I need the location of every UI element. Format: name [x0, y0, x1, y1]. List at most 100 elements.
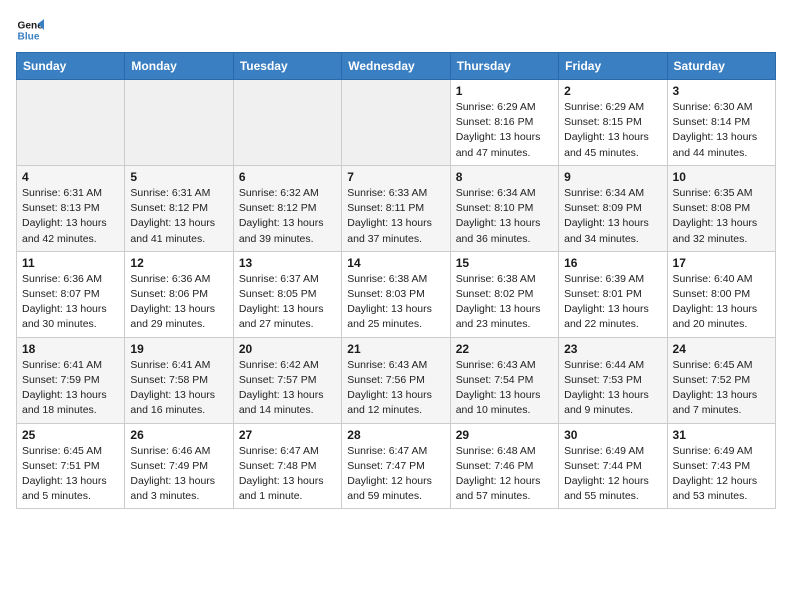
weekday-header-saturday: Saturday	[667, 53, 775, 80]
day-number: 14	[347, 256, 444, 270]
day-detail: Sunrise: 6:36 AMSunset: 8:07 PMDaylight:…	[22, 272, 119, 333]
day-detail: Sunrise: 6:38 AMSunset: 8:02 PMDaylight:…	[456, 272, 553, 333]
day-number: 2	[564, 84, 661, 98]
day-detail: Sunrise: 6:49 AMSunset: 7:43 PMDaylight:…	[673, 444, 770, 505]
day-number: 15	[456, 256, 553, 270]
calendar-cell: 22 Sunrise: 6:43 AMSunset: 7:54 PMDayligh…	[450, 337, 558, 423]
day-number: 16	[564, 256, 661, 270]
day-detail: Sunrise: 6:29 AMSunset: 8:15 PMDaylight:…	[564, 100, 661, 161]
week-row-1: 1 Sunrise: 6:29 AMSunset: 8:16 PMDaylight…	[17, 80, 776, 166]
weekday-header-row: SundayMondayTuesdayWednesdayThursdayFrid…	[17, 53, 776, 80]
day-number: 21	[347, 342, 444, 356]
page-header: General Blue	[16, 16, 776, 44]
calendar-cell: 18Sunrise: 6:41 AMSunset: 7:59 PMDayligh…	[17, 337, 125, 423]
calendar-cell: 4 Sunrise: 6:31 AMSunset: 8:13 PMDaylight…	[17, 165, 125, 251]
day-detail: Sunrise: 6:48 AMSunset: 7:46 PMDaylight:…	[456, 444, 553, 505]
day-number: 3	[673, 84, 770, 98]
day-number: 10	[673, 170, 770, 184]
week-row-5: 25Sunrise: 6:45 AMSunset: 7:51 PMDayligh…	[17, 423, 776, 509]
calendar-cell: 16 Sunrise: 6:39 AMSunset: 8:01 PMDayligh…	[559, 251, 667, 337]
day-number: 17	[673, 256, 770, 270]
day-number: 8	[456, 170, 553, 184]
day-number: 20	[239, 342, 336, 356]
week-row-4: 18Sunrise: 6:41 AMSunset: 7:59 PMDayligh…	[17, 337, 776, 423]
calendar-cell: 14 Sunrise: 6:38 AMSunset: 8:03 PMDayligh…	[342, 251, 450, 337]
day-number: 28	[347, 428, 444, 442]
day-number: 1	[456, 84, 553, 98]
day-number: 12	[130, 256, 227, 270]
calendar-cell: 20Sunrise: 6:42 AMSunset: 7:57 PMDayligh…	[233, 337, 341, 423]
day-number: 19	[130, 342, 227, 356]
day-detail: Sunrise: 6:35 AMSunset: 8:08 PMDaylight:…	[673, 186, 770, 247]
day-number: 29	[456, 428, 553, 442]
day-detail: Sunrise: 6:46 AMSunset: 7:49 PMDaylight:…	[130, 444, 227, 505]
day-number: 6	[239, 170, 336, 184]
weekday-header-tuesday: Tuesday	[233, 53, 341, 80]
day-detail: Sunrise: 6:33 AMSunset: 8:11 PMDaylight:…	[347, 186, 444, 247]
calendar-cell: 19 Sunrise: 6:41 AMSunset: 7:58 PMDayligh…	[125, 337, 233, 423]
weekday-header-sunday: Sunday	[17, 53, 125, 80]
calendar-cell: 8Sunrise: 6:34 AMSunset: 8:10 PMDaylight…	[450, 165, 558, 251]
day-detail: Sunrise: 6:37 AMSunset: 8:05 PMDaylight:…	[239, 272, 336, 333]
day-detail: Sunrise: 6:45 AMSunset: 7:52 PMDaylight:…	[673, 358, 770, 419]
day-number: 25	[22, 428, 119, 442]
day-number: 22	[456, 342, 553, 356]
calendar-table: SundayMondayTuesdayWednesdayThursdayFrid…	[16, 52, 776, 509]
calendar-cell: 9 Sunrise: 6:34 AMSunset: 8:09 PMDaylight…	[559, 165, 667, 251]
day-number: 27	[239, 428, 336, 442]
day-number: 7	[347, 170, 444, 184]
day-detail: Sunrise: 6:31 AMSunset: 8:12 PMDaylight:…	[130, 186, 227, 247]
calendar-cell: 26Sunrise: 6:46 AMSunset: 7:49 PMDayligh…	[125, 423, 233, 509]
week-row-2: 4 Sunrise: 6:31 AMSunset: 8:13 PMDaylight…	[17, 165, 776, 251]
day-detail: Sunrise: 6:41 AMSunset: 7:59 PMDaylight:…	[22, 358, 119, 419]
calendar-cell: 24 Sunrise: 6:45 AMSunset: 7:52 PMDayligh…	[667, 337, 775, 423]
day-detail: Sunrise: 6:38 AMSunset: 8:03 PMDaylight:…	[347, 272, 444, 333]
day-detail: Sunrise: 6:43 AMSunset: 7:54 PMDaylight:…	[456, 358, 553, 419]
day-detail: Sunrise: 6:40 AMSunset: 8:00 PMDaylight:…	[673, 272, 770, 333]
day-number: 30	[564, 428, 661, 442]
day-detail: Sunrise: 6:32 AMSunset: 8:12 PMDaylight:…	[239, 186, 336, 247]
day-number: 13	[239, 256, 336, 270]
day-detail: Sunrise: 6:44 AMSunset: 7:53 PMDaylight:…	[564, 358, 661, 419]
calendar-cell: 3 Sunrise: 6:30 AMSunset: 8:14 PMDaylight…	[667, 80, 775, 166]
calendar-cell	[17, 80, 125, 166]
calendar-cell	[342, 80, 450, 166]
day-detail: Sunrise: 6:41 AMSunset: 7:58 PMDaylight:…	[130, 358, 227, 419]
day-number: 11	[22, 256, 119, 270]
calendar-cell: 25Sunrise: 6:45 AMSunset: 7:51 PMDayligh…	[17, 423, 125, 509]
calendar-cell: 10 Sunrise: 6:35 AMSunset: 8:08 PMDayligh…	[667, 165, 775, 251]
day-detail: Sunrise: 6:29 AMSunset: 8:16 PMDaylight:…	[456, 100, 553, 161]
weekday-header-monday: Monday	[125, 53, 233, 80]
week-row-3: 11 Sunrise: 6:36 AMSunset: 8:07 PMDayligh…	[17, 251, 776, 337]
day-number: 4	[22, 170, 119, 184]
calendar-cell: 17 Sunrise: 6:40 AMSunset: 8:00 PMDayligh…	[667, 251, 775, 337]
calendar-cell: 23 Sunrise: 6:44 AMSunset: 7:53 PMDayligh…	[559, 337, 667, 423]
day-number: 31	[673, 428, 770, 442]
calendar-cell	[125, 80, 233, 166]
calendar-cell	[233, 80, 341, 166]
day-detail: Sunrise: 6:47 AMSunset: 7:48 PMDaylight:…	[239, 444, 336, 505]
weekday-header-wednesday: Wednesday	[342, 53, 450, 80]
day-number: 23	[564, 342, 661, 356]
day-detail: Sunrise: 6:36 AMSunset: 8:06 PMDaylight:…	[130, 272, 227, 333]
calendar-cell: 5Sunrise: 6:31 AMSunset: 8:12 PMDaylight…	[125, 165, 233, 251]
calendar-cell: 12 Sunrise: 6:36 AMSunset: 8:06 PMDayligh…	[125, 251, 233, 337]
calendar-cell: 11 Sunrise: 6:36 AMSunset: 8:07 PMDayligh…	[17, 251, 125, 337]
calendar-cell: 27 Sunrise: 6:47 AMSunset: 7:48 PMDayligh…	[233, 423, 341, 509]
day-detail: Sunrise: 6:30 AMSunset: 8:14 PMDaylight:…	[673, 100, 770, 161]
day-detail: Sunrise: 6:31 AMSunset: 8:13 PMDaylight:…	[22, 186, 119, 247]
svg-text:Blue: Blue	[18, 31, 40, 42]
logo-icon: General Blue	[16, 16, 44, 44]
calendar-cell: 28Sunrise: 6:47 AMSunset: 7:47 PMDayligh…	[342, 423, 450, 509]
calendar-cell: 6 Sunrise: 6:32 AMSunset: 8:12 PMDaylight…	[233, 165, 341, 251]
weekday-header-friday: Friday	[559, 53, 667, 80]
calendar-cell: 21Sunrise: 6:43 AMSunset: 7:56 PMDayligh…	[342, 337, 450, 423]
logo: General Blue	[16, 16, 50, 44]
day-detail: Sunrise: 6:39 AMSunset: 8:01 PMDaylight:…	[564, 272, 661, 333]
day-number: 9	[564, 170, 661, 184]
day-number: 24	[673, 342, 770, 356]
day-detail: Sunrise: 6:49 AMSunset: 7:44 PMDaylight:…	[564, 444, 661, 505]
calendar-cell: 15 Sunrise: 6:38 AMSunset: 8:02 PMDayligh…	[450, 251, 558, 337]
calendar-cell: 13 Sunrise: 6:37 AMSunset: 8:05 PMDayligh…	[233, 251, 341, 337]
day-detail: Sunrise: 6:34 AMSunset: 8:09 PMDaylight:…	[564, 186, 661, 247]
